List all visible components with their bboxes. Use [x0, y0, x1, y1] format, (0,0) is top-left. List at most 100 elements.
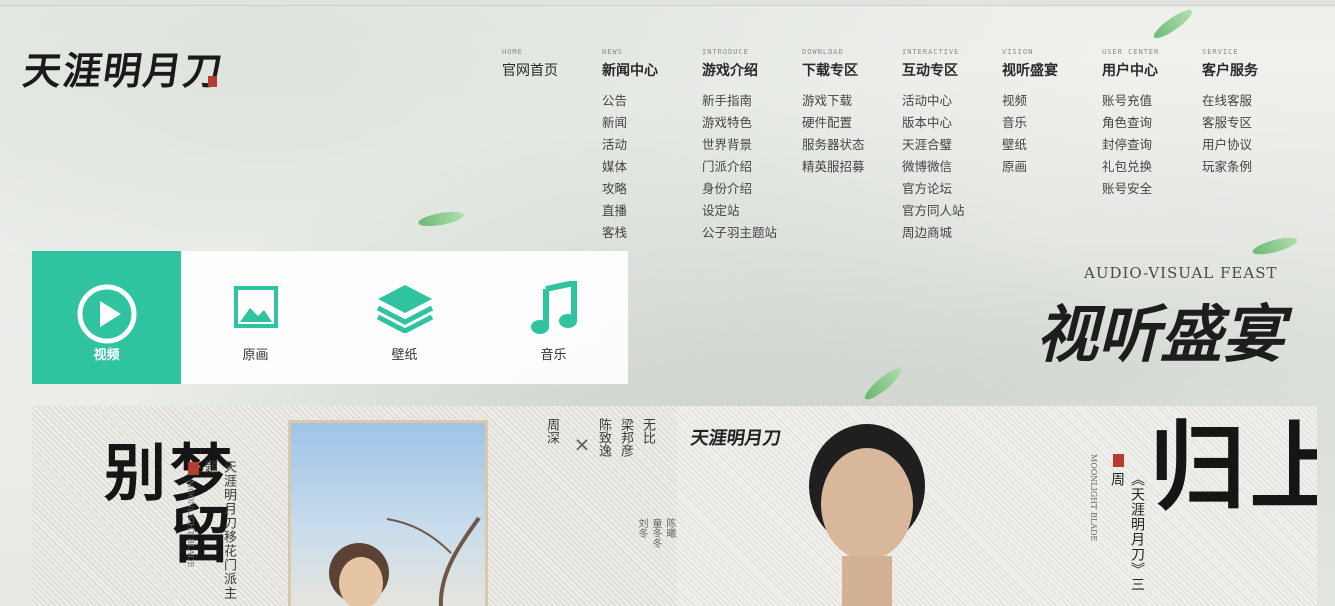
nav-link[interactable]: 版本中心 [902, 112, 1002, 134]
credit-extra: 陈曦 [664, 518, 675, 538]
nav-submenu: 公告 新闻 活动 媒体 攻略 直播 客栈 [602, 90, 702, 244]
nav-introduce[interactable]: 游戏介绍 [702, 60, 802, 82]
nav-submenu: 新手指南 游戏特色 世界背景 门派介绍 身份介绍 设定站 公子羽主题站 [702, 90, 802, 244]
credit-composer: 梁邦彦 [618, 418, 633, 457]
nav-link[interactable]: 天涯合璧 [902, 134, 1002, 156]
image-icon [233, 286, 278, 332]
nav-en-label: USER CENTER [1102, 48, 1160, 56]
nav-en-label: INTRODUCE [702, 48, 749, 56]
nav-en-label: INTERACTIVE [902, 48, 960, 56]
nav-link[interactable]: 硬件配置 [802, 112, 902, 134]
tab-video[interactable]: 视频 [32, 251, 181, 384]
nav-home[interactable]: 官网首页 [502, 60, 602, 82]
nav-col-vision: VISION 视听盛宴 视频 音乐 壁纸 原画 [1002, 48, 1102, 178]
song-title-calligraphy: 陌上归 [1133, 416, 1317, 512]
nav-col-user-center: USER CENTER 用户中心 账号充值 角色查询 封停查询 礼包兑换 账号安… [1102, 48, 1202, 200]
tab-label: 壁纸 [391, 348, 418, 363]
nav-submenu: 视频 音乐 壁纸 原画 [1002, 90, 1102, 178]
nav-link[interactable]: 客服专区 [1202, 112, 1302, 134]
nav-col-home: HOME 官网首页 [502, 48, 602, 82]
nav-link[interactable]: 媒体 [602, 156, 702, 178]
nav-link[interactable]: 封停查询 [1102, 134, 1202, 156]
video-thumbnail-photo [288, 420, 488, 606]
nav-link[interactable]: 游戏特色 [702, 112, 802, 134]
game-english-name: MOONLIGHT BLADE [1089, 454, 1098, 542]
nav-link[interactable]: 礼包兑换 [1102, 156, 1202, 178]
nav-link[interactable]: 攻略 [602, 178, 702, 200]
nav-link[interactable]: 原画 [1002, 156, 1102, 178]
song-subtitle: 天涯明月刀移花门派主题 [202, 460, 236, 600]
nav-col-interactive: INTERACTIVE 互动专区 活动中心 版本中心 天涯合璧 微博微信 官方论… [902, 48, 1002, 244]
nav-service[interactable]: 客户服务 [1202, 60, 1302, 82]
video-banner[interactable]: 梦留别 天涯明月刀移花门派主题 MOONLIGHT BLADE 周深 × 陈致逸… [32, 406, 1317, 606]
video-card-left[interactable]: 梦留别 天涯明月刀移花门派主题 MOONLIGHT BLADE 周深 × 陈致逸… [32, 406, 677, 606]
credit-composer: 陈致逸 [596, 418, 611, 457]
nav-download[interactable]: 下载专区 [802, 60, 902, 82]
nav-link[interactable]: 账号安全 [1102, 178, 1202, 200]
nav-link[interactable]: 游戏下载 [802, 90, 902, 112]
layers-icon [376, 283, 434, 337]
tab-music[interactable]: 音乐 [479, 251, 628, 384]
nav-link[interactable]: 角色查询 [1102, 112, 1202, 134]
nav-link[interactable]: 视频 [1002, 90, 1102, 112]
nav-link[interactable]: 直播 [602, 200, 702, 222]
logo-seal [208, 76, 217, 87]
nav-link[interactable]: 玩家条例 [1202, 156, 1302, 178]
nav-link[interactable]: 公子羽主题站 [702, 222, 802, 244]
nav-en-label: VISION [1002, 48, 1034, 56]
portrait-figure [809, 424, 925, 606]
nav-news[interactable]: 新闻中心 [602, 60, 702, 82]
nav-link[interactable]: 官方论坛 [902, 178, 1002, 200]
credit-lyricist: 无比 [640, 418, 655, 444]
seal-stamp [1113, 454, 1124, 467]
nav-link[interactable]: 音乐 [1002, 112, 1102, 134]
site-logo[interactable]: 天涯明月刀 [20, 40, 228, 95]
nav-en-label: DOWNLOAD [802, 48, 844, 56]
nav-link[interactable]: 精英服招募 [802, 156, 902, 178]
nav-link[interactable]: 官方同人站 [902, 200, 1002, 222]
nav-link[interactable]: 客栈 [602, 222, 702, 244]
nav-link[interactable]: 活动中心 [902, 90, 1002, 112]
nav-link[interactable]: 设定站 [702, 200, 802, 222]
nav-user-center[interactable]: 用户中心 [1102, 60, 1202, 82]
nav-col-service: SERVICE 客户服务 在线客服 客服专区 用户协议 玩家条例 [1202, 48, 1302, 178]
media-tabs: 视频 原画 壁纸 音乐 [32, 251, 628, 384]
game-english-name: MOONLIGHT BLADE [186, 480, 195, 568]
tab-wallpaper[interactable]: 壁纸 [330, 251, 479, 384]
section-title-en: AUDIO-VISUAL FEAST [1084, 264, 1278, 282]
nav-col-news: NEWS 新闻中心 公告 新闻 活动 媒体 攻略 直播 客栈 [602, 48, 702, 244]
banner-game-logo: 天涯明月刀 [689, 428, 783, 449]
nav-vision[interactable]: 视听盛宴 [1002, 60, 1102, 82]
tab-label: 原画 [242, 348, 269, 363]
credit-extra: 刘冬 [636, 518, 647, 538]
nav-link[interactable]: 账号充值 [1102, 90, 1202, 112]
nav-link[interactable]: 门派介绍 [702, 156, 802, 178]
nav-link[interactable]: 在线客服 [1202, 90, 1302, 112]
seal-stamp [188, 462, 199, 475]
tab-label: 视频 [93, 348, 120, 363]
music-icon [530, 279, 578, 339]
nav-submenu: 账号充值 角色查询 封停查询 礼包兑换 账号安全 [1102, 90, 1202, 200]
nav-link[interactable]: 活动 [602, 134, 702, 156]
nav-link[interactable]: 服务器状态 [802, 134, 902, 156]
nav-col-download: DOWNLOAD 下载专区 游戏下载 硬件配置 服务器状态 精英服招募 [802, 48, 902, 178]
credit-singer: 周深 [544, 418, 559, 444]
nav-link[interactable]: 公告 [602, 90, 702, 112]
nav-link[interactable]: 新手指南 [702, 90, 802, 112]
tab-artwork[interactable]: 原画 [181, 251, 330, 384]
nav-link[interactable]: 用户协议 [1202, 134, 1302, 156]
x-separator-icon: × [570, 432, 594, 456]
nav-link[interactable]: 微博微信 [902, 156, 1002, 178]
nav-submenu: 游戏下载 硬件配置 服务器状态 精英服招募 [802, 90, 902, 178]
nav-link[interactable]: 身份介绍 [702, 178, 802, 200]
nav-link[interactable]: 周边商城 [902, 222, 1002, 244]
nav-link[interactable]: 新闻 [602, 112, 702, 134]
nav-submenu: 在线客服 客服专区 用户协议 玩家条例 [1202, 90, 1302, 178]
nav-link[interactable]: 世界背景 [702, 134, 802, 156]
nav-submenu: 活动中心 版本中心 天涯合璧 微博微信 官方论坛 官方同人站 周边商城 [902, 90, 1002, 244]
nav-en-label: HOME [502, 48, 523, 56]
tab-label: 音乐 [540, 348, 567, 363]
video-card-right[interactable]: 天涯明月刀 MOONLIGHT BLADE 《天涯明月刀》三周 陌上归 [677, 406, 1317, 606]
nav-interactive[interactable]: 互动专区 [902, 60, 1002, 82]
nav-link[interactable]: 壁纸 [1002, 134, 1102, 156]
